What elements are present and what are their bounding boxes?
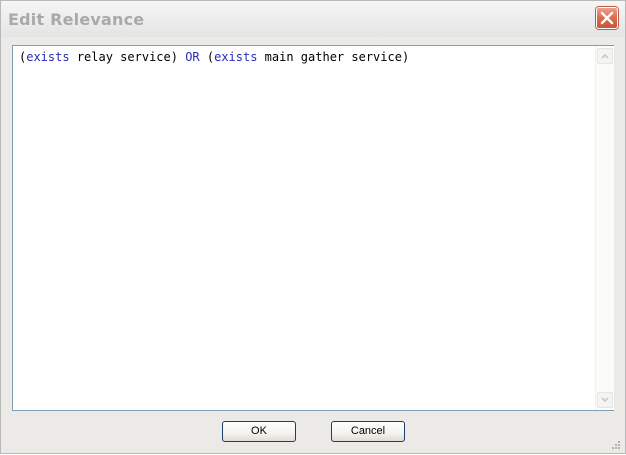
- edit-relevance-dialog: Edit Relevance (exists relay service) OR…: [0, 0, 626, 454]
- close-button[interactable]: [596, 7, 618, 29]
- ok-button[interactable]: OK: [222, 421, 296, 442]
- title-bar[interactable]: Edit Relevance: [1, 1, 625, 37]
- vertical-scrollbar[interactable]: [595, 46, 614, 410]
- relevance-editor[interactable]: (exists relay service) OR (exists main g…: [12, 45, 614, 411]
- relevance-expression[interactable]: (exists relay service) OR (exists main g…: [19, 50, 409, 64]
- editor-keyword: exists: [214, 50, 258, 64]
- editor-keyword: OR: [185, 50, 200, 64]
- editor-token: (: [199, 50, 215, 64]
- editor-token: main gather service): [257, 50, 410, 64]
- editor-token: relay service): [69, 50, 186, 64]
- window-title: Edit Relevance: [8, 10, 145, 29]
- editor-keyword: exists: [26, 50, 70, 64]
- cancel-button[interactable]: Cancel: [331, 421, 405, 442]
- scroll-up-button[interactable]: [597, 48, 613, 64]
- resize-grip-icon[interactable]: [609, 437, 621, 449]
- scroll-down-button[interactable]: [597, 392, 613, 408]
